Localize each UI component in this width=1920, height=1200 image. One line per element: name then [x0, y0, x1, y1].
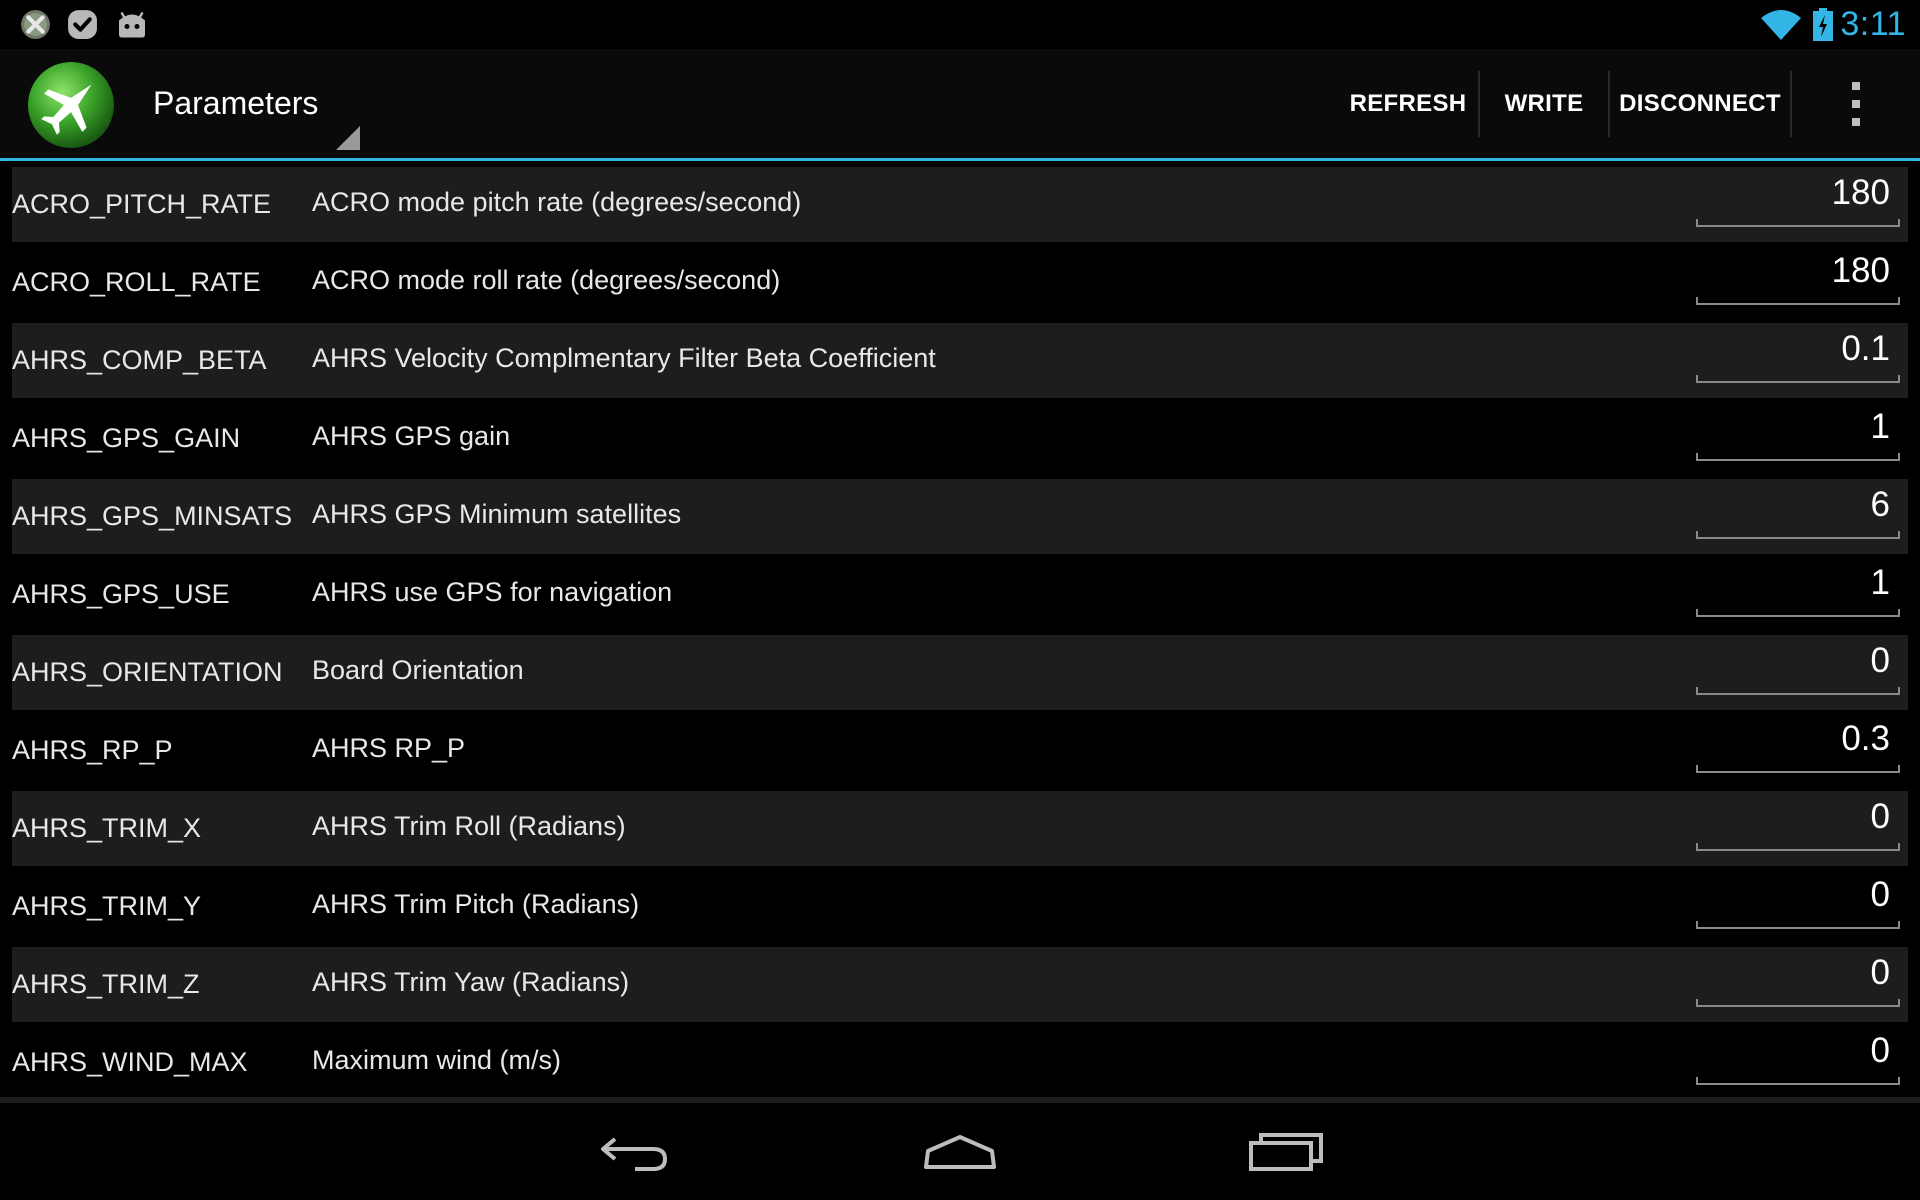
parameter-value: 180 — [1831, 173, 1890, 212]
parameter-row[interactable]: AHRS_GPS_GAIN AHRS GPS gain 1 — [12, 401, 1908, 476]
parameter-value-field[interactable]: 1 — [1696, 563, 1900, 617]
clock-time: 3:11 — [1840, 5, 1906, 43]
parameter-row[interactable]: AHRS_GPS_USE AHRS use GPS for navigation… — [12, 557, 1908, 632]
parameter-value: 0 — [1870, 797, 1890, 836]
parameter-value: 0 — [1870, 953, 1890, 992]
value-field-underline — [1696, 999, 1900, 1007]
action-bar: Parameters REFRESH WRITE DISCONNECT — [0, 49, 1920, 158]
parameter-description: AHRS Velocity Complmentary Filter Beta C… — [312, 343, 936, 373]
parameter-name: AHRS_COMP_BETA — [12, 345, 267, 375]
android-notification-icon[interactable] — [113, 8, 151, 41]
parameter-row[interactable]: AHRS_COMP_BETA AHRS Velocity Complmentar… — [12, 323, 1908, 398]
value-field-underline — [1696, 297, 1900, 305]
spinner-caret-icon[interactable] — [336, 126, 360, 150]
parameter-name: AHRS_GPS_MINSATS — [12, 501, 293, 531]
action-divider — [1790, 71, 1792, 137]
battery-charging-icon — [1813, 8, 1833, 41]
screen-title[interactable]: Parameters — [153, 85, 318, 122]
parameter-name: ACRO_PITCH_RATE — [12, 189, 272, 219]
parameter-description: Board Orientation — [312, 655, 524, 685]
parameter-row[interactable]: AHRS_TRIM_X AHRS Trim Roll (Radians) 0 — [12, 791, 1908, 866]
parameter-row[interactable]: ACRO_PITCH_RATE ACRO mode pitch rate (de… — [12, 167, 1908, 242]
parameter-row[interactable]: AHRS_ORIENTATION Board Orientation 0 — [12, 635, 1908, 710]
app-logo-icon[interactable] — [26, 60, 116, 150]
parameter-row[interactable]: AHRS_WIND_MAX Maximum wind (m/s) 0 — [12, 1025, 1908, 1100]
parameter-name: AHRS_TRIM_X — [12, 813, 202, 843]
parameter-value: 0.1 — [1841, 329, 1890, 368]
parameter-value: 0 — [1870, 641, 1890, 680]
parameter-value-field[interactable]: 180 — [1696, 173, 1900, 227]
parameter-name: AHRS_TRIM_Z — [12, 969, 200, 999]
home-icon[interactable] — [920, 1127, 1000, 1177]
parameter-name: AHRS_GPS_USE — [12, 579, 230, 609]
write-button[interactable]: WRITE — [1480, 49, 1608, 158]
parameter-name: AHRS_WIND_MAX — [12, 1047, 248, 1077]
parameter-description: AHRS use GPS for navigation — [312, 577, 673, 607]
parameter-value-field[interactable]: 0.1 — [1696, 329, 1900, 383]
parameter-value-field[interactable]: 0 — [1696, 797, 1900, 851]
parameter-row[interactable]: AHRS_TRIM_Y AHRS Trim Pitch (Radians) 0 — [12, 869, 1908, 944]
parameter-name: AHRS_RP_P — [12, 735, 173, 765]
parameter-value-field[interactable]: 0 — [1696, 875, 1900, 929]
parameter-value: 1 — [1870, 407, 1890, 446]
parameter-name: ACRO_ROLL_RATE — [12, 267, 261, 297]
parameter-description: ACRO mode pitch rate (degrees/second) — [312, 187, 802, 217]
parameter-description: AHRS Trim Roll (Radians) — [312, 811, 626, 841]
parameter-value-field[interactable]: 0 — [1696, 641, 1900, 695]
parameter-value: 6 — [1870, 485, 1890, 524]
parameter-description: ACRO mode roll rate (degrees/second) — [312, 265, 781, 295]
parameter-value-field[interactable]: 180 — [1696, 251, 1900, 305]
parameter-value-field[interactable]: 0 — [1696, 1031, 1900, 1085]
parameter-value: 1 — [1870, 563, 1890, 602]
status-bar: 3:11 — [0, 0, 1920, 49]
checkmark-notification-icon[interactable] — [66, 8, 99, 41]
wifi-icon — [1761, 10, 1801, 40]
value-field-underline — [1696, 453, 1900, 461]
overflow-menu-icon[interactable] — [1832, 77, 1880, 131]
parameter-value: 180 — [1831, 251, 1890, 290]
value-field-underline — [1696, 765, 1900, 773]
parameter-description: AHRS Trim Pitch (Radians) — [312, 889, 640, 919]
value-field-underline — [1696, 375, 1900, 383]
app-notification-icon[interactable] — [19, 8, 52, 41]
parameter-list[interactable]: ACRO_PITCH_RATE ACRO mode pitch rate (de… — [0, 161, 1920, 1103]
parameter-row[interactable]: AHRS_RP_P AHRS RP_P 0.3 — [12, 713, 1908, 788]
parameter-row[interactable]: AHRS_TRIM_Z AHRS Trim Yaw (Radians) 0 — [12, 947, 1908, 1022]
parameter-value-field[interactable]: 0.3 — [1696, 719, 1900, 773]
parameter-description: AHRS GPS Minimum satellites — [312, 499, 682, 529]
value-field-underline — [1696, 219, 1900, 227]
value-field-underline — [1696, 921, 1900, 929]
parameter-value-field[interactable]: 1 — [1696, 407, 1900, 461]
value-field-underline — [1696, 687, 1900, 695]
parameter-description: Maximum wind (m/s) — [312, 1045, 562, 1075]
disconnect-button[interactable]: DISCONNECT — [1610, 49, 1790, 158]
navigation-bar — [0, 1103, 1920, 1200]
parameter-description: AHRS GPS gain — [312, 421, 511, 451]
parameter-name: AHRS_GPS_GAIN — [12, 423, 241, 453]
parameter-value: 0 — [1870, 875, 1890, 914]
back-icon[interactable] — [595, 1127, 675, 1177]
value-field-underline — [1696, 531, 1900, 539]
value-field-underline — [1696, 1077, 1900, 1085]
parameter-description: AHRS Trim Yaw (Radians) — [312, 967, 630, 997]
value-field-underline — [1696, 609, 1900, 617]
app-screen: 3:11 Parameters REFRESH WRITE DISCONNECT — [0, 0, 1920, 1200]
parameter-row[interactable]: AHRS_GPS_MINSATS AHRS GPS Minimum satell… — [12, 479, 1908, 554]
parameter-value: 0 — [1870, 1031, 1890, 1070]
parameter-value-field[interactable]: 6 — [1696, 485, 1900, 539]
value-field-underline — [1696, 843, 1900, 851]
refresh-button[interactable]: REFRESH — [1340, 49, 1476, 158]
parameter-row[interactable]: ACRO_ROLL_RATE ACRO mode roll rate (degr… — [12, 245, 1908, 320]
parameter-description: AHRS RP_P — [312, 733, 466, 763]
parameter-name: AHRS_TRIM_Y — [12, 891, 202, 921]
parameter-value-field[interactable]: 0 — [1696, 953, 1900, 1007]
parameter-value: 0.3 — [1841, 719, 1890, 758]
recent-apps-icon[interactable] — [1245, 1127, 1327, 1177]
parameter-name: AHRS_ORIENTATION — [12, 657, 283, 687]
